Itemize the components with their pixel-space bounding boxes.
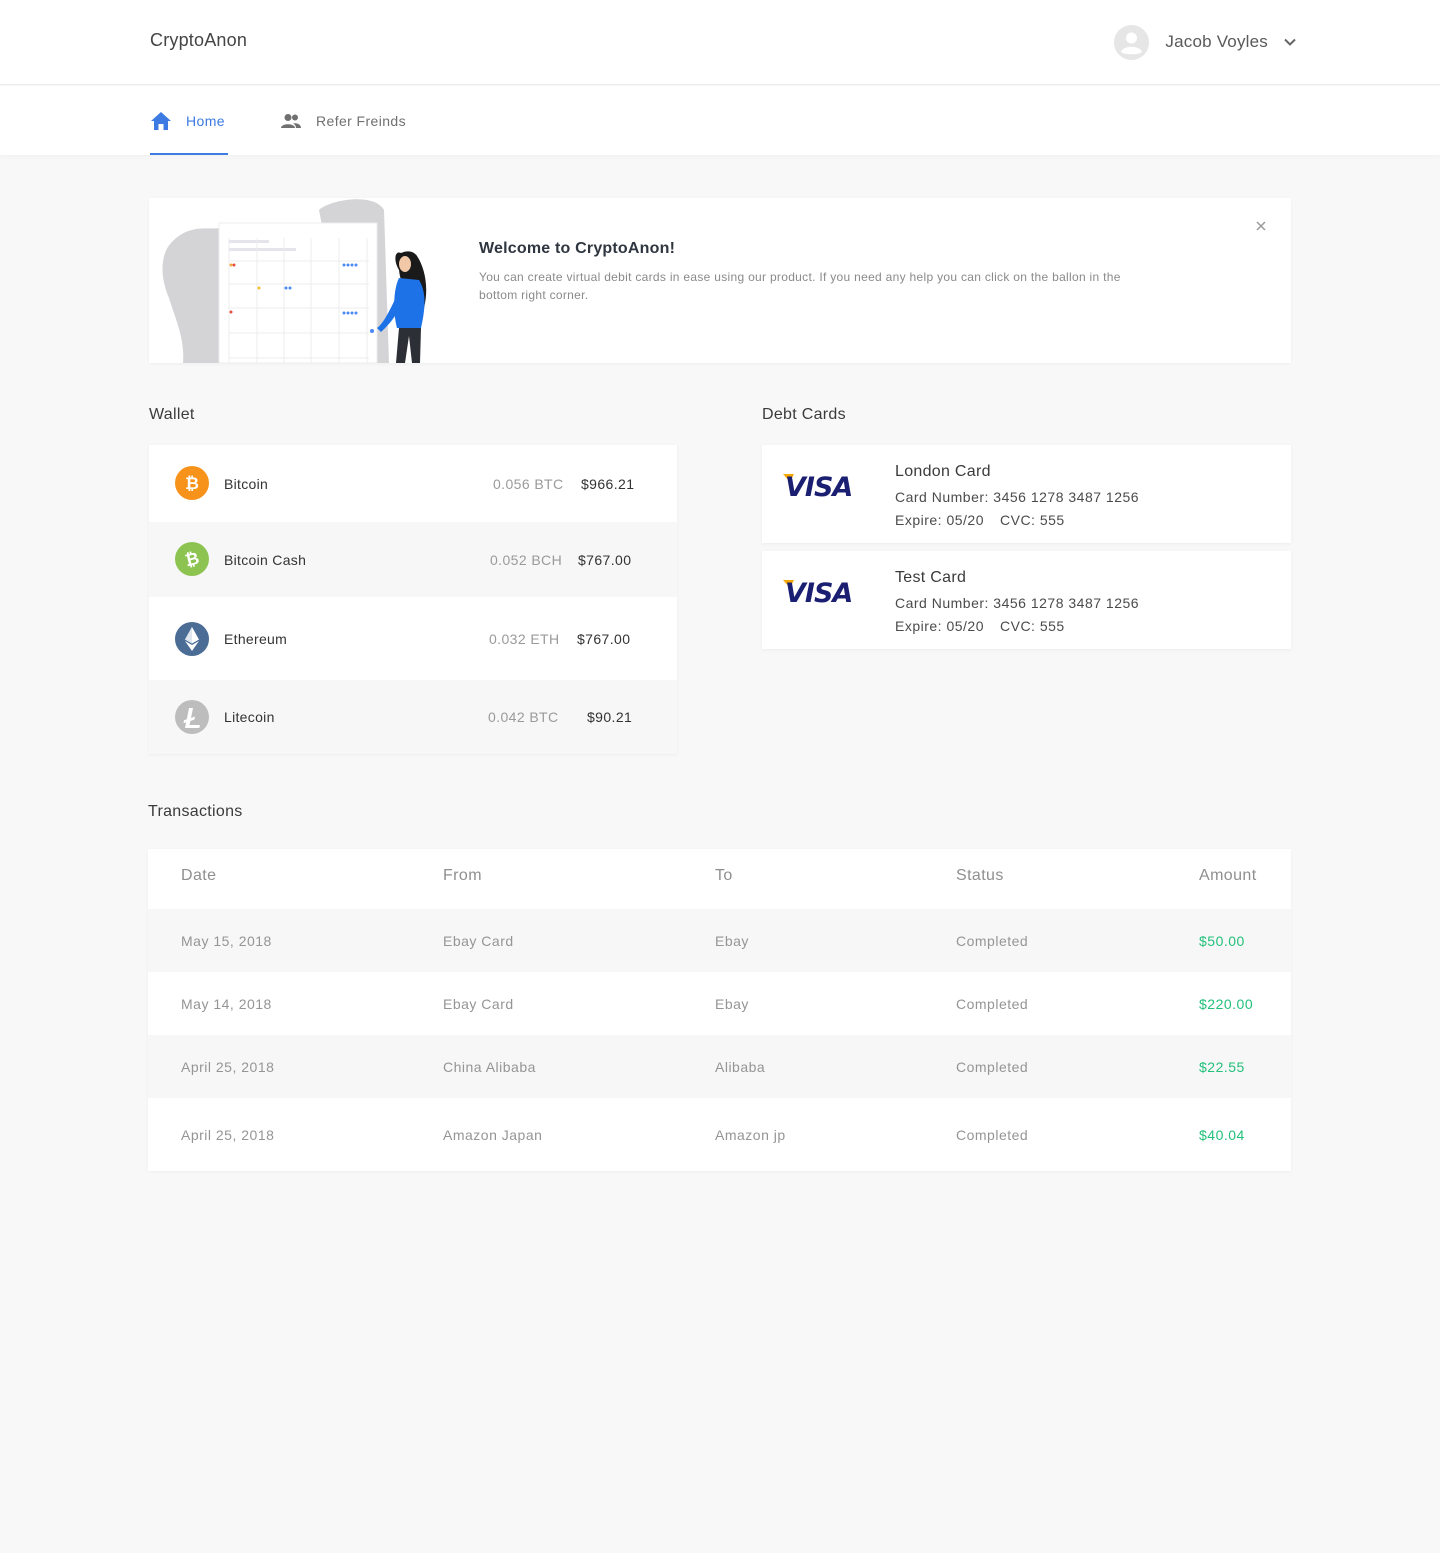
cell-to: Amazon jp [715, 1127, 786, 1143]
svg-text:VISA: VISA [785, 472, 852, 499]
litecoin-icon [175, 700, 209, 734]
cell-amount: $220.00 [1199, 996, 1254, 1012]
cell-amount: $40.04 [1199, 1127, 1245, 1143]
tab-refer-friends[interactable]: Refer Freinds [280, 86, 406, 155]
coin-name: Ethereum [224, 630, 288, 647]
coin-name: Bitcoin [224, 475, 269, 492]
cell-from: Ebay Card [443, 996, 514, 1012]
wallet-item-litecoin[interactable]: Litecoin 0.042 BTC $90.21 [149, 680, 677, 754]
card-name: London Card [895, 463, 991, 480]
card-cvc: CVC: 555 [1000, 512, 1065, 528]
avatar[interactable] [1114, 24, 1150, 60]
cell-to: Ebay [715, 996, 749, 1012]
user-name[interactable]: Jacob Voyles [1165, 32, 1268, 52]
cell-from: Amazon Japan [443, 1127, 543, 1143]
card-number: Card Number: 3456 1278 3487 1256 [895, 595, 1140, 611]
table-row[interactable]: April 25, 2018 Amazon Japan Amazon jp Co… [148, 1098, 1291, 1171]
home-icon [151, 111, 171, 130]
cell-from: Ebay Card [443, 933, 514, 949]
column-header-status[interactable]: Status [956, 867, 1004, 885]
cell-status: Completed [956, 996, 1029, 1012]
ethereum-icon [175, 622, 209, 656]
svg-text:VISA: VISA [785, 578, 852, 605]
wallet-item-ethereum[interactable]: Ethereum 0.032 ETH $767.00 [149, 597, 677, 680]
coin-amount: 0.032 ETH [489, 630, 560, 647]
card-name: Test Card [895, 569, 967, 586]
column-header-amount[interactable]: Amount [1199, 867, 1257, 885]
cell-from: China Alibaba [443, 1059, 536, 1075]
cell-date: April 25, 2018 [181, 1059, 275, 1075]
user-avatar-icon [1114, 24, 1150, 60]
top-header: CryptoAnon Jacob Voyles [0, 0, 1440, 85]
svg-text:₿: ₿ [185, 474, 199, 494]
close-icon[interactable] [1253, 218, 1269, 234]
wallet-title: Wallet [149, 406, 195, 423]
cell-date: May 15, 2018 [181, 933, 272, 949]
wallet-list: ₿ Bitcoin 0.056 BTC $966.21 ₿ Bitcoin Ca… [149, 445, 677, 754]
coin-usd-value: $767.00 [577, 630, 631, 647]
welcome-title: Welcome to CryptoAnon! [479, 240, 676, 257]
card-cvc: CVC: 555 [1000, 618, 1065, 634]
coin-name: Litecoin [224, 709, 275, 725]
tab-home-label: Home [186, 112, 225, 129]
brand-logo[interactable]: CryptoAnon [150, 30, 247, 51]
transactions-title: Transactions [148, 803, 243, 820]
tab-refer-label: Refer Freinds [316, 112, 407, 129]
table-header: Date From To Status Amount [148, 849, 1291, 909]
table-row[interactable]: May 14, 2018 Ebay Card Ebay Completed $2… [148, 972, 1291, 1035]
cell-to: Ebay [715, 933, 749, 949]
coin-name: Bitcoin Cash [224, 551, 307, 568]
card-expiry: Expire: 05/20 [895, 512, 984, 528]
coin-amount: 0.042 BTC [488, 709, 559, 725]
coin-usd-value: $966.21 [581, 475, 635, 492]
table-row[interactable]: April 25, 2018 China Alibaba Alibaba Com… [148, 1035, 1291, 1098]
transactions-table: Date From To Status Amount May 15, 2018 … [148, 849, 1291, 1171]
welcome-illustration [162, 199, 427, 363]
tab-home[interactable]: Home [150, 86, 228, 155]
card-expiry: Expire: 05/20 [895, 618, 984, 634]
column-header-date[interactable]: Date [181, 867, 216, 885]
visa-logo-icon: VISA [783, 578, 853, 605]
coin-usd-value: $90.21 [587, 709, 633, 725]
bitcoin-icon: ₿ [175, 466, 209, 500]
card-number: Card Number: 3456 1278 3487 1256 [895, 489, 1140, 505]
welcome-description: You can create virtual debit cards in ea… [479, 270, 1121, 302]
main-nav: Home Refer Freinds [0, 86, 1440, 155]
coin-amount: 0.056 BTC [493, 475, 564, 492]
bitcoin-cash-icon: ₿ [175, 542, 209, 576]
cell-status: Completed [956, 1127, 1029, 1143]
wallet-item-bitcoin-cash[interactable]: ₿ Bitcoin Cash 0.052 BCH $767.00 [149, 522, 677, 597]
cell-amount: $50.00 [1199, 933, 1245, 949]
table-row[interactable]: May 15, 2018 Ebay Card Ebay Completed $5… [148, 909, 1291, 972]
cell-date: April 25, 2018 [181, 1127, 275, 1143]
visa-logo-icon: VISA [783, 472, 853, 499]
wallet-item-bitcoin[interactable]: ₿ Bitcoin 0.056 BTC $966.21 [149, 445, 677, 522]
coin-amount: 0.052 BCH [490, 551, 563, 568]
cell-date: May 14, 2018 [181, 996, 272, 1012]
debit-cards-title: Debt Cards [762, 406, 846, 423]
debit-card-test[interactable]: VISA Test Card Card Number: 3456 1278 34… [762, 551, 1291, 649]
cell-status: Completed [956, 933, 1029, 949]
cell-to: Alibaba [715, 1059, 766, 1075]
people-icon [281, 113, 301, 128]
cell-amount: $22.55 [1199, 1059, 1245, 1075]
chevron-down-icon[interactable] [1283, 35, 1297, 49]
coin-usd-value: $767.00 [578, 551, 632, 568]
welcome-banner: Welcome to CryptoAnon! You can create vi… [149, 198, 1291, 363]
user-menu[interactable]: Jacob Voyles [1114, 24, 1297, 60]
debit-card-london[interactable]: VISA London Card Card Number: 3456 1278 … [762, 445, 1291, 543]
column-header-from[interactable]: From [443, 867, 482, 885]
column-header-to[interactable]: To [715, 867, 733, 885]
cell-status: Completed [956, 1059, 1029, 1075]
